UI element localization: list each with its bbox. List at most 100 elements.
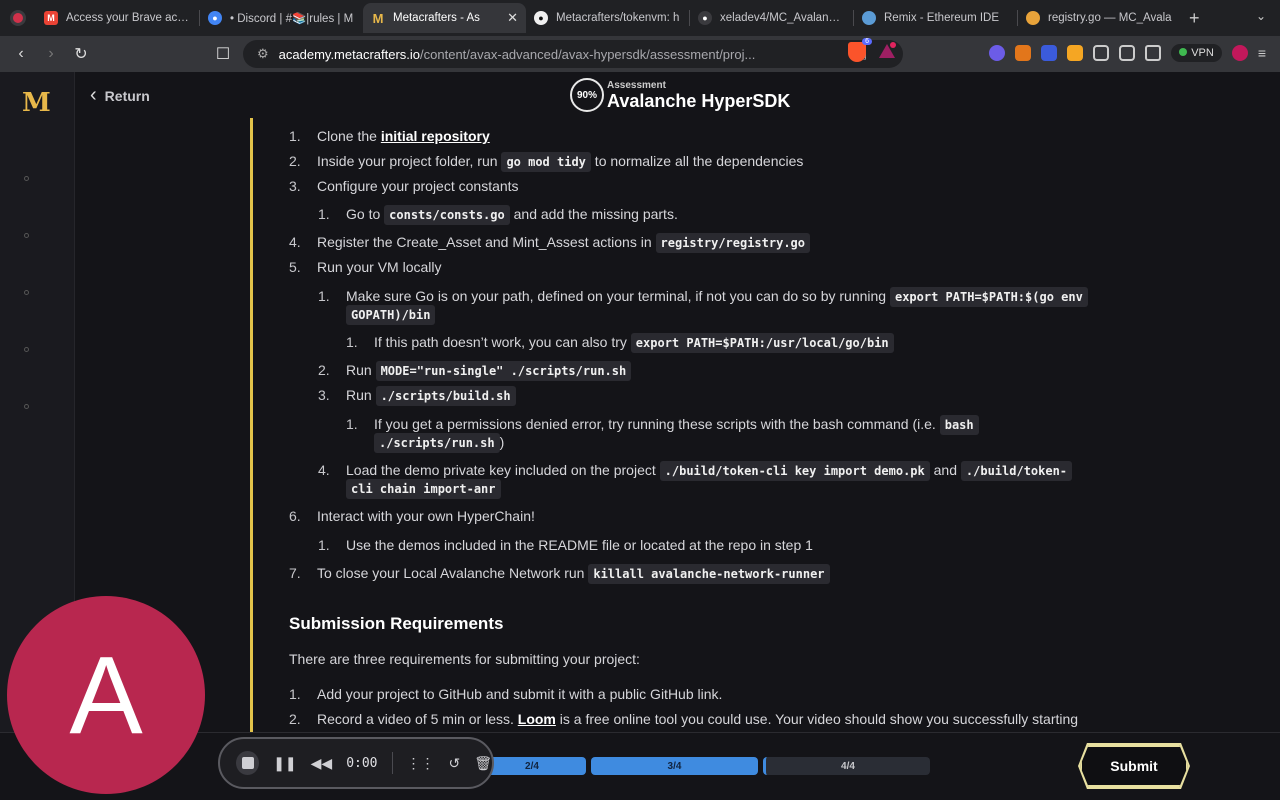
page-title: Avalanche HyperSDK <box>607 91 791 111</box>
list-item: 1. If you get a permissions denied error,… <box>346 415 979 435</box>
restart-icon[interactable]: ↺ <box>448 755 460 772</box>
step-text: Run <box>346 362 376 378</box>
assessment-label: Assessment <box>607 80 666 91</box>
list-number: 1. <box>346 334 358 350</box>
tab-github-mc-avalanche[interactable]: ● xeladev4/MC_Avalanche <box>690 3 853 33</box>
return-label: Return <box>104 87 150 104</box>
sidebar-dot-icon[interactable] <box>24 233 29 238</box>
instructions-panel: 1. Clone the initial repository 2. Inside … <box>253 118 1153 732</box>
list-item-continuation: ./scripts/run.sh) <box>374 433 505 453</box>
submit-label: Submit <box>1110 758 1158 774</box>
list-item: 6. Interact with your own HyperChain! <box>289 508 535 524</box>
step-text: Go to <box>346 206 385 222</box>
return-button[interactable]: ‹ Return <box>90 84 150 107</box>
extension-icon[interactable] <box>1041 45 1058 61</box>
url-path: /content/avax-advanced/avax-hypersdk/ass… <box>420 46 756 62</box>
site-info-icon[interactable]: ⚙ <box>257 46 269 62</box>
sidebar-dot-icon[interactable] <box>24 404 29 409</box>
step-text: Use the demos included in the README fil… <box>346 537 813 553</box>
extension-icon[interactable] <box>1067 45 1084 61</box>
site-header: ‹ Return 90% Assessment Avalanche HyperS… <box>75 72 1280 118</box>
profile-icon[interactable] <box>1231 45 1248 61</box>
list-item: 3. Configure your project constants <box>289 178 519 194</box>
loom-link[interactable]: Loom <box>518 711 556 727</box>
stop-recording-button[interactable] <box>236 751 260 775</box>
list-item: 2. Record a video of 5 min or less. Loom … <box>289 711 1078 727</box>
tab-discord[interactable]: ● • Discord | #📚|rules | M <box>200 3 363 33</box>
sidebar-dot-icon[interactable] <box>24 176 29 181</box>
tab-title: Metacrafters/tokenvm: h <box>556 12 680 24</box>
step-text: Interact with your own HyperChain! <box>317 508 535 524</box>
step-text: If this path doesn’t work, you can also … <box>374 334 631 350</box>
step-text: and add the missing parts. <box>509 206 678 222</box>
url-host: academy.metacrafters.io <box>278 46 421 62</box>
menu-icon[interactable]: ≡ <box>1258 45 1266 61</box>
wallet-icon[interactable] <box>1145 45 1162 61</box>
inline-code: GOPATH)/bin <box>346 305 436 325</box>
new-tab-icon[interactable]: + <box>1189 8 1200 29</box>
initial-repository-link[interactable]: initial repository <box>381 128 490 144</box>
back-arrow-icon[interactable]: ‹ <box>6 45 36 63</box>
progress-step-label: 3/4 <box>667 760 682 772</box>
step-text: Make sure Go is on your path, defined on… <box>346 288 890 304</box>
tab-github-tokenvm[interactable]: ● Metacrafters/tokenvm: h <box>526 3 689 33</box>
tab-title: Access your Brave accou <box>66 12 191 24</box>
sidebar-dot-icon[interactable] <box>24 290 29 295</box>
puzzle-icon[interactable] <box>1093 45 1110 61</box>
close-tab-icon[interactable]: ✕ <box>507 10 518 26</box>
progress-step[interactable]: 4/4 <box>763 757 930 775</box>
forward-arrow-icon[interactable]: › <box>36 45 66 63</box>
reload-icon[interactable]: ↻ <box>66 44 96 64</box>
step-text: Clone the <box>317 128 381 144</box>
github-icon: ● <box>698 11 712 25</box>
extension-icon[interactable] <box>989 45 1006 61</box>
requirement-text: Record a video of 5 min or less. <box>317 711 518 727</box>
list-item: 1. Go to consts/consts.go and add the mis… <box>318 205 678 225</box>
list-number: 1. <box>289 686 301 702</box>
trash-icon[interactable]: 🗑 <box>474 755 492 772</box>
requirement-text: Add your project to GitHub and submit it… <box>317 686 723 702</box>
step-text: If you get a permissions denied error, t… <box>374 416 940 432</box>
tab-brave-account[interactable]: M Access your Brave accou <box>36 3 199 33</box>
github-icon: ● <box>534 11 548 25</box>
inline-code: consts/consts.go <box>384 205 510 225</box>
rewind-icon[interactable]: ◀◀ <box>311 755 333 772</box>
list-number: 4. <box>318 462 330 478</box>
tab-title: Metacrafters - As <box>393 12 480 24</box>
submit-button[interactable]: Submit <box>1080 745 1188 787</box>
pause-icon[interactable]: ❚❚ <box>273 755 296 772</box>
list-number: 1. <box>318 537 330 553</box>
inline-code: ./scripts/run.sh <box>374 433 500 453</box>
progress-badge: 90% <box>570 78 604 112</box>
brave-rewards-icon[interactable] <box>878 42 896 60</box>
tab-metacrafters[interactable]: M Metacrafters - As ✕ <box>363 3 526 33</box>
inline-code: registry/registry.go <box>655 233 811 253</box>
tab-remix[interactable]: Remix - Ethereum IDE <box>854 3 1017 33</box>
tab-registry-go[interactable]: registry.go — MC_Avala <box>1018 3 1181 33</box>
tab-search-chevron-icon[interactable]: ⌄ <box>1256 9 1266 23</box>
progress-step[interactable]: 2/4 <box>478 757 586 775</box>
step-text: to normalize all the dependencies <box>590 153 804 169</box>
progress-step-label: 2/4 <box>525 760 539 772</box>
step-text: Load the demo private key included on th… <box>346 462 660 478</box>
sidebar-icon[interactable] <box>1119 45 1136 61</box>
vpn-button[interactable]: VPN <box>1171 44 1222 62</box>
address-bar[interactable]: ⚙ academy.metacrafters.io/content/avax-a… <box>243 40 903 68</box>
section-heading: Submission Requirements <box>289 614 504 633</box>
browser-toolbar: ‹ › ↻ ☐ ⚙ academy.metacrafters.io/conten… <box>0 36 1280 72</box>
metacrafters-logo[interactable]: M <box>22 88 51 118</box>
drag-handle-icon[interactable]: ⋮⋮ <box>406 755 434 772</box>
step-text: ) <box>499 434 505 450</box>
step-text: Configure your project constants <box>317 178 519 194</box>
divider <box>391 752 393 774</box>
brave-shield-icon[interactable]: 6 <box>848 38 872 62</box>
list-item: 7. To close your Local Avalanche Network … <box>289 564 830 584</box>
metamask-icon[interactable] <box>1015 45 1032 61</box>
step-text: Register the Create_Asset and Mint_Asses… <box>317 234 656 250</box>
sidebar-dot-icon[interactable] <box>24 347 29 352</box>
inline-code: ./build/token-cli key import demo.pk <box>659 461 930 481</box>
tab-title: xeladev4/MC_Avalanche <box>720 12 845 24</box>
progress-step[interactable]: 3/4 <box>591 757 758 775</box>
bookmark-icon[interactable]: ☐ <box>208 44 238 64</box>
inline-code: ./scripts/build.sh <box>375 386 516 406</box>
